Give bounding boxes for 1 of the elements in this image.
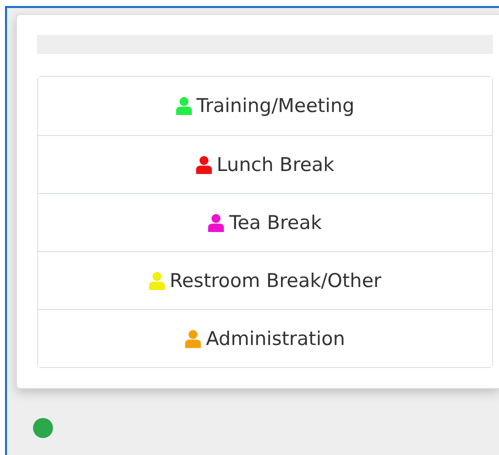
- menu-item[interactable]: Administration: [38, 309, 492, 367]
